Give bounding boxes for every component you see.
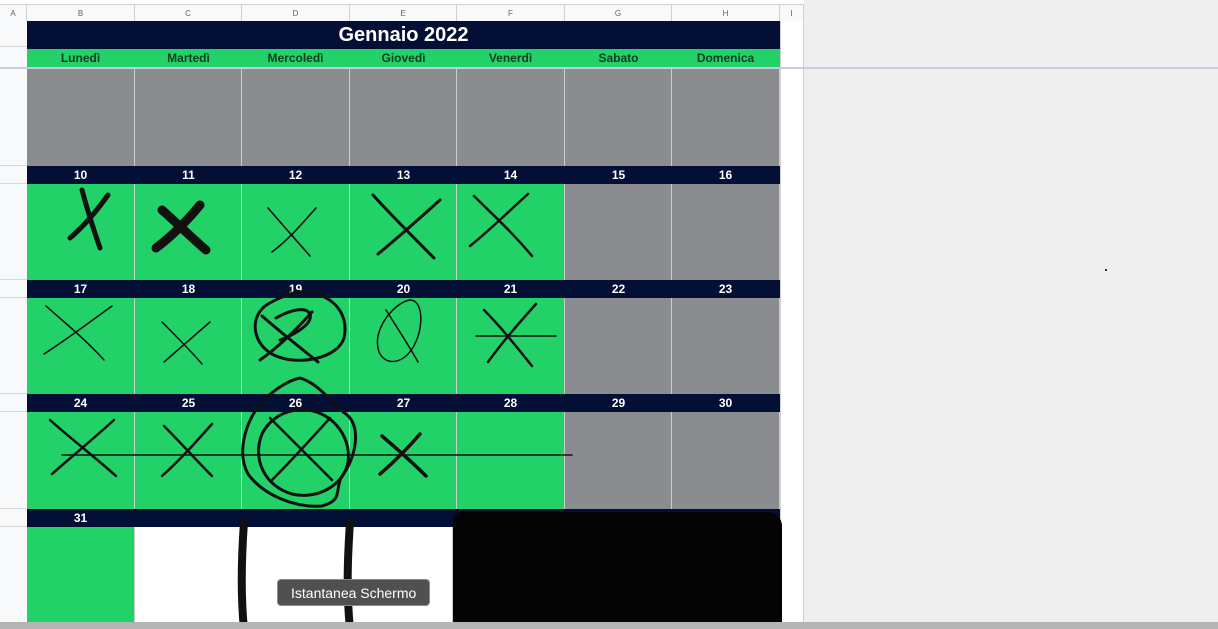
screenshot-tooltip: Istantanea Schermo — [277, 579, 431, 606]
horizontal-scrollbar[interactable] — [0, 622, 1218, 629]
handwritten-marks — [43, 187, 573, 629]
mouse-pointer-dot — [1105, 269, 1107, 271]
